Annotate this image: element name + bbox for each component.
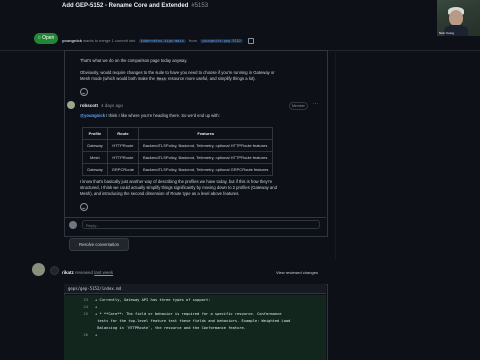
diff-line[interactable]: 25 + * **Core**: The field or behavior is… <box>64 311 326 318</box>
kebab-menu-icon[interactable]: ··· <box>313 101 318 107</box>
table-row: Mesh HTTPRoute BackendTLSPolicy, Backend… <box>82 151 274 164</box>
diff-line[interactable]: Balancing in `HTTPRoute`, the resource a… <box>64 325 326 332</box>
table-cell: BackendTLSPolicy, Backend, Telemetry, op… <box>138 139 274 152</box>
base-branch[interactable]: kubernetes-sigs:main <box>138 39 186 44</box>
text-span: Mesh mode (which would both make the <box>80 76 155 81</box>
eye-icon <box>50 266 59 275</box>
table-cell: BackendTLSPolicy, Backend, Telemetry, op… <box>138 163 274 176</box>
pr-number[interactable]: #5153 <box>191 3 208 9</box>
table-cell: GRPCRoute <box>106 163 140 176</box>
table-header: Profile <box>82 127 108 140</box>
open-icon: ○ <box>37 35 41 41</box>
pr-title: Add GEP-5152 - Rename Core and Extended #… <box>62 3 208 9</box>
table-cell: HTTPRoute <box>106 139 140 152</box>
head-branch[interactable]: youngnick:gep-5152 <box>200 39 243 44</box>
add-reaction-icon[interactable] <box>80 203 88 211</box>
line-text: + <box>95 305 98 309</box>
file-path[interactable]: geps/gep-5152/index.md <box>64 284 326 294</box>
line-text: tests for the top-level feature test the… <box>95 319 291 323</box>
diff-line[interactable]: 24 + <box>64 304 326 311</box>
webcam-name: Nick Young <box>439 31 455 35</box>
status-label: Open <box>42 35 55 41</box>
copy-icon[interactable] <box>248 38 255 44</box>
avatar[interactable] <box>32 263 45 276</box>
pr-author-link[interactable]: youngnick <box>62 38 82 43</box>
comment-intro: @youngnick I think I like where you're h… <box>80 113 220 119</box>
reply-input[interactable]: Reply... <box>82 220 320 229</box>
pr-meta: youngnick wants to merge 1 commit into k… <box>62 38 255 44</box>
member-badge: Member <box>289 102 308 110</box>
comment-author[interactable]: robscott <box>80 103 98 108</box>
view-reviewed-changes-link[interactable]: View reviewed changes <box>276 270 318 275</box>
previous-comment-para-1: That's what we do on the comparison page… <box>80 58 188 63</box>
table-cell: HTTPRoute <box>106 151 140 164</box>
line-number: 25 <box>83 312 88 316</box>
comment-closing-3: Mesh), and introducing the second dimens… <box>80 191 240 196</box>
comment-time[interactable]: 4 days ago <box>101 103 123 108</box>
inline-code: Mesh <box>156 77 167 81</box>
sidebar-separator <box>335 50 336 260</box>
line-text: + Currently, Gateway API has three types… <box>95 298 211 302</box>
review-action: reviewed <box>75 270 94 275</box>
table-header: Features <box>138 127 274 140</box>
status-badge: ○ Open <box>34 33 58 44</box>
previous-comment-para-2b: Mesh mode (which would both make the Mes… <box>80 76 256 82</box>
pr-meta-text: wants to merge 1 commit into <box>83 38 136 44</box>
line-text: + * **Core**: The field or behavior is r… <box>95 312 282 316</box>
diff-line[interactable]: 23 + Currently, Gateway API has three typ… <box>64 297 326 304</box>
line-text: Balancing in `HTTPRoute`, the resource a… <box>95 326 246 330</box>
browser-viewport: Add GEP-5152 - Rename Core and Extended #… <box>0 0 480 360</box>
add-reaction-icon[interactable] <box>80 88 88 96</box>
profiles-table: Profile Route Features Gateway HTTPRoute… <box>82 127 274 176</box>
text-span: resource more useful, and simplify thing… <box>167 76 256 81</box>
diff-line[interactable]: 26 + <box>64 332 326 339</box>
webcam-overlay: Nick Young <box>437 0 480 36</box>
line-number: 26 <box>83 333 88 337</box>
table-row: Gateway GRPCRoute BackendTLSPolicy, Back… <box>82 163 274 176</box>
avatar[interactable] <box>67 101 75 109</box>
line-number: 23 <box>83 298 88 302</box>
review-time[interactable]: last week <box>94 270 113 275</box>
line-text: + <box>95 333 98 337</box>
table-cell: Mesh <box>82 151 108 164</box>
user-mention[interactable]: @youngnick <box>80 113 105 118</box>
table-cell: Gateway <box>82 163 108 176</box>
table-header: Route <box>106 127 140 140</box>
table-cell: Gateway <box>82 139 108 152</box>
person-face <box>449 10 463 26</box>
table-row: Gateway HTTPRoute BackendTLSPolicy, Back… <box>82 139 274 152</box>
avatar <box>69 221 77 229</box>
review-event: rikatz reviewed last week <box>62 270 113 275</box>
pr-title-text: Add GEP-5152 - Rename Core and Extended <box>62 3 189 9</box>
line-number: 24 <box>83 305 88 309</box>
review-author[interactable]: rikatz <box>62 270 74 275</box>
table-cell: BackendTLSPolicy, Backend, Telemetry, op… <box>138 151 274 164</box>
from-text: from <box>188 38 197 44</box>
comment-header: robscott 4 days ago <box>80 103 123 108</box>
diff-line[interactable]: tests for the top-level feature test the… <box>64 318 326 325</box>
resolve-conversation-button[interactable]: Resolve conversation <box>69 238 129 251</box>
intro-text: I think I like where you're heading ther… <box>106 113 220 118</box>
